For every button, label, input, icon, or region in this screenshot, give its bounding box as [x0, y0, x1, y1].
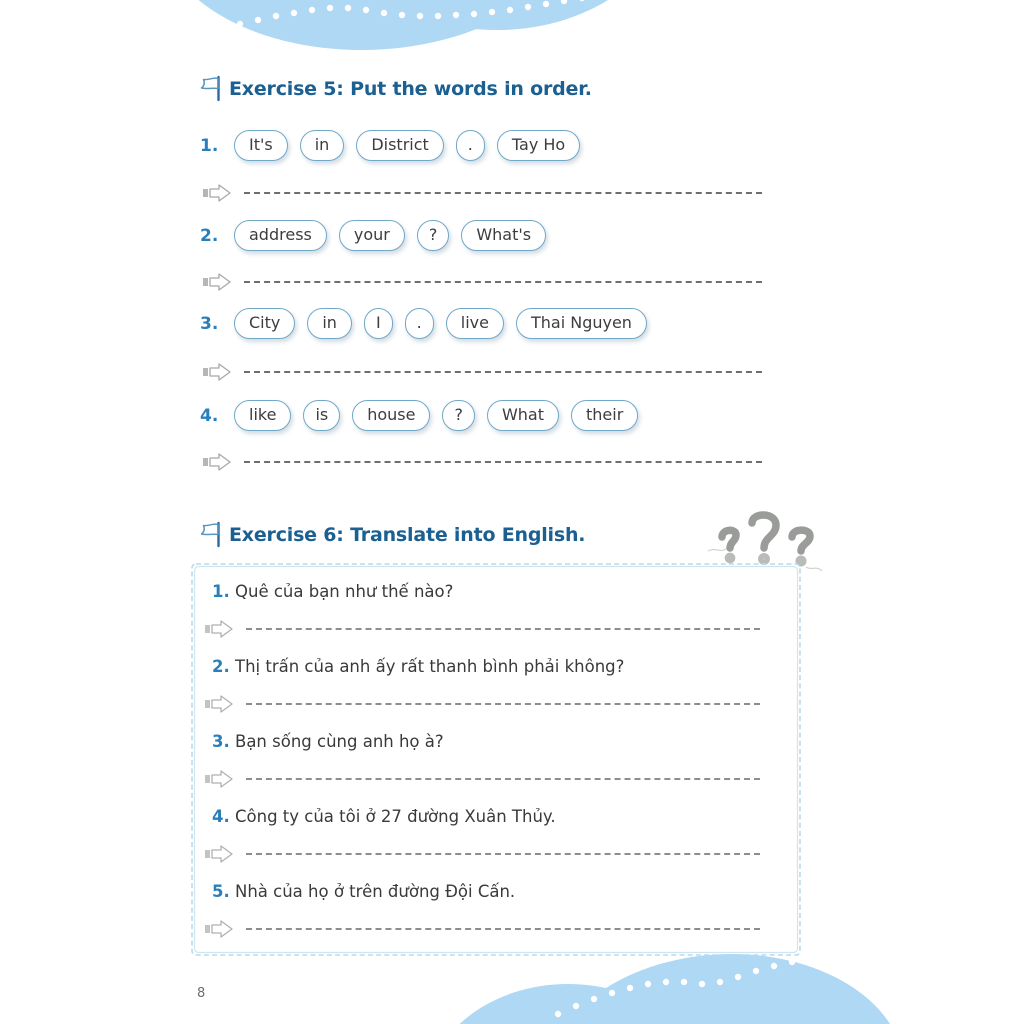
translate-answer-line-5[interactable] [204, 919, 760, 939]
translate-answer-line-3[interactable] [204, 769, 760, 789]
item-number: 4. [212, 807, 230, 826]
arrow-right-icon [205, 620, 233, 638]
exercise-5-row-4: 4. like is house ? What their [200, 400, 639, 432]
answer-dashed-line[interactable] [244, 281, 762, 283]
answer-dashed-line[interactable] [244, 192, 762, 194]
arrow-right-icon [205, 920, 233, 938]
answer-dashed-line[interactable] [244, 371, 762, 373]
arrow-right-icon [205, 695, 233, 713]
exercise-5-heading-text: Exercise 5: Put the words in order. [229, 78, 592, 100]
exercise-5-answer-line-4[interactable] [202, 452, 762, 472]
item-number: 2. [212, 657, 230, 676]
item-text: Quê của bạn như thế nào? [235, 582, 454, 601]
word-bubble[interactable]: their [571, 400, 639, 432]
item-text: Thị trấn của anh ấy rất thanh bình phải … [235, 657, 625, 676]
exercise-5-row-2: 2. address your ? What's [200, 220, 547, 252]
translate-answer-line-4[interactable] [204, 844, 760, 864]
word-bubble[interactable]: Thai Nguyen [515, 308, 647, 340]
word-bubble[interactable]: like [234, 400, 292, 432]
word-bubble-group: address your ? What's [234, 220, 547, 252]
exercise-6-heading: Exercise 6: Translate into English. [198, 520, 586, 550]
item-text: Công ty của tôi ở 27 đường Xuân Thủy. [235, 807, 556, 826]
word-bubble[interactable]: Tay Ho [496, 130, 581, 162]
answer-dashed-line[interactable] [246, 928, 760, 930]
word-bubble[interactable]: in [307, 308, 352, 340]
translate-answer-line-1[interactable] [204, 619, 760, 639]
word-bubble[interactable]: your [338, 220, 405, 252]
translate-answer-line-2[interactable] [204, 694, 760, 714]
word-bubble[interactable]: live [445, 308, 504, 340]
exercise-5-row-3: 3. City in I . live Thai Nguyen [200, 308, 647, 340]
translate-item-1: 1. Quê của bạn như thế nào? [212, 582, 453, 601]
word-bubble[interactable]: ? [416, 220, 450, 252]
exercise-6-heading-text: Exercise 6: Translate into English. [229, 524, 586, 546]
word-bubble[interactable]: What [486, 400, 560, 432]
exercise-5-answer-line-2[interactable] [202, 272, 762, 292]
answer-dashed-line[interactable] [246, 778, 760, 780]
word-bubble[interactable]: house [352, 400, 431, 432]
word-bubble[interactable]: . [404, 308, 434, 340]
arrow-right-icon [205, 770, 233, 788]
answer-dashed-line[interactable] [246, 703, 760, 705]
page-number: 8 [197, 986, 206, 1001]
word-bubble-group: City in I . live Thai Nguyen [234, 308, 647, 340]
word-bubble[interactable]: It's [234, 130, 288, 162]
arrow-right-icon [203, 273, 231, 291]
item-text: Nhà của họ ở trên đường Đội Cấn. [235, 882, 516, 901]
word-bubble-group: like is house ? What their [234, 400, 639, 432]
translate-item-3: 3. Bạn sống cùng anh họ à? [212, 732, 444, 751]
translate-answer-box: 1. Quê của bạn như thế nào? 2. Thị trấn … [190, 562, 802, 957]
item-number: 5. [212, 882, 230, 901]
answer-dashed-line[interactable] [246, 853, 760, 855]
arrow-right-icon [203, 453, 231, 471]
exercise-5-answer-line-3[interactable] [202, 362, 762, 382]
exercise-5-heading: Exercise 5: Put the words in order. [198, 74, 592, 104]
flag-icon [200, 75, 220, 102]
arrow-right-icon [203, 363, 231, 381]
item-number: 1. [212, 582, 230, 601]
row-number: 4. [200, 405, 219, 426]
word-bubble[interactable]: District [356, 130, 444, 162]
word-bubble[interactable]: address [234, 220, 327, 252]
word-bubble[interactable]: is [303, 400, 341, 432]
item-text: Bạn sống cùng anh họ à? [235, 732, 444, 751]
translate-item-4: 4. Công ty của tôi ở 27 đường Xuân Thủy. [212, 807, 556, 826]
exercise-5-row-1: 1. It's in District . Tay Ho [200, 130, 581, 162]
arrow-right-icon [205, 845, 233, 863]
arrow-right-icon [203, 184, 231, 202]
row-number: 3. [200, 313, 219, 334]
item-number: 3. [212, 732, 230, 751]
row-number: 1. [200, 135, 219, 156]
word-bubble[interactable]: ? [442, 400, 475, 432]
answer-dashed-line[interactable] [246, 628, 760, 630]
word-bubble[interactable]: City [234, 308, 296, 340]
translate-item-2: 2. Thị trấn của anh ấy rất thanh bình ph… [212, 657, 624, 676]
flag-icon [200, 521, 220, 548]
translate-item-5: 5. Nhà của họ ở trên đường Đội Cấn. [212, 882, 515, 901]
row-number: 2. [200, 225, 219, 246]
word-bubble[interactable]: I [363, 308, 393, 340]
word-bubble[interactable]: What's [461, 220, 547, 252]
exercise-5-answer-line-1[interactable] [202, 183, 762, 203]
word-bubble-group: It's in District . Tay Ho [234, 130, 581, 162]
workbook-page: Exercise 5: Put the words in order. 1. I… [0, 0, 1024, 1024]
word-bubble[interactable]: in [299, 130, 345, 162]
word-bubble[interactable]: . [455, 130, 485, 162]
answer-dashed-line[interactable] [244, 461, 762, 463]
